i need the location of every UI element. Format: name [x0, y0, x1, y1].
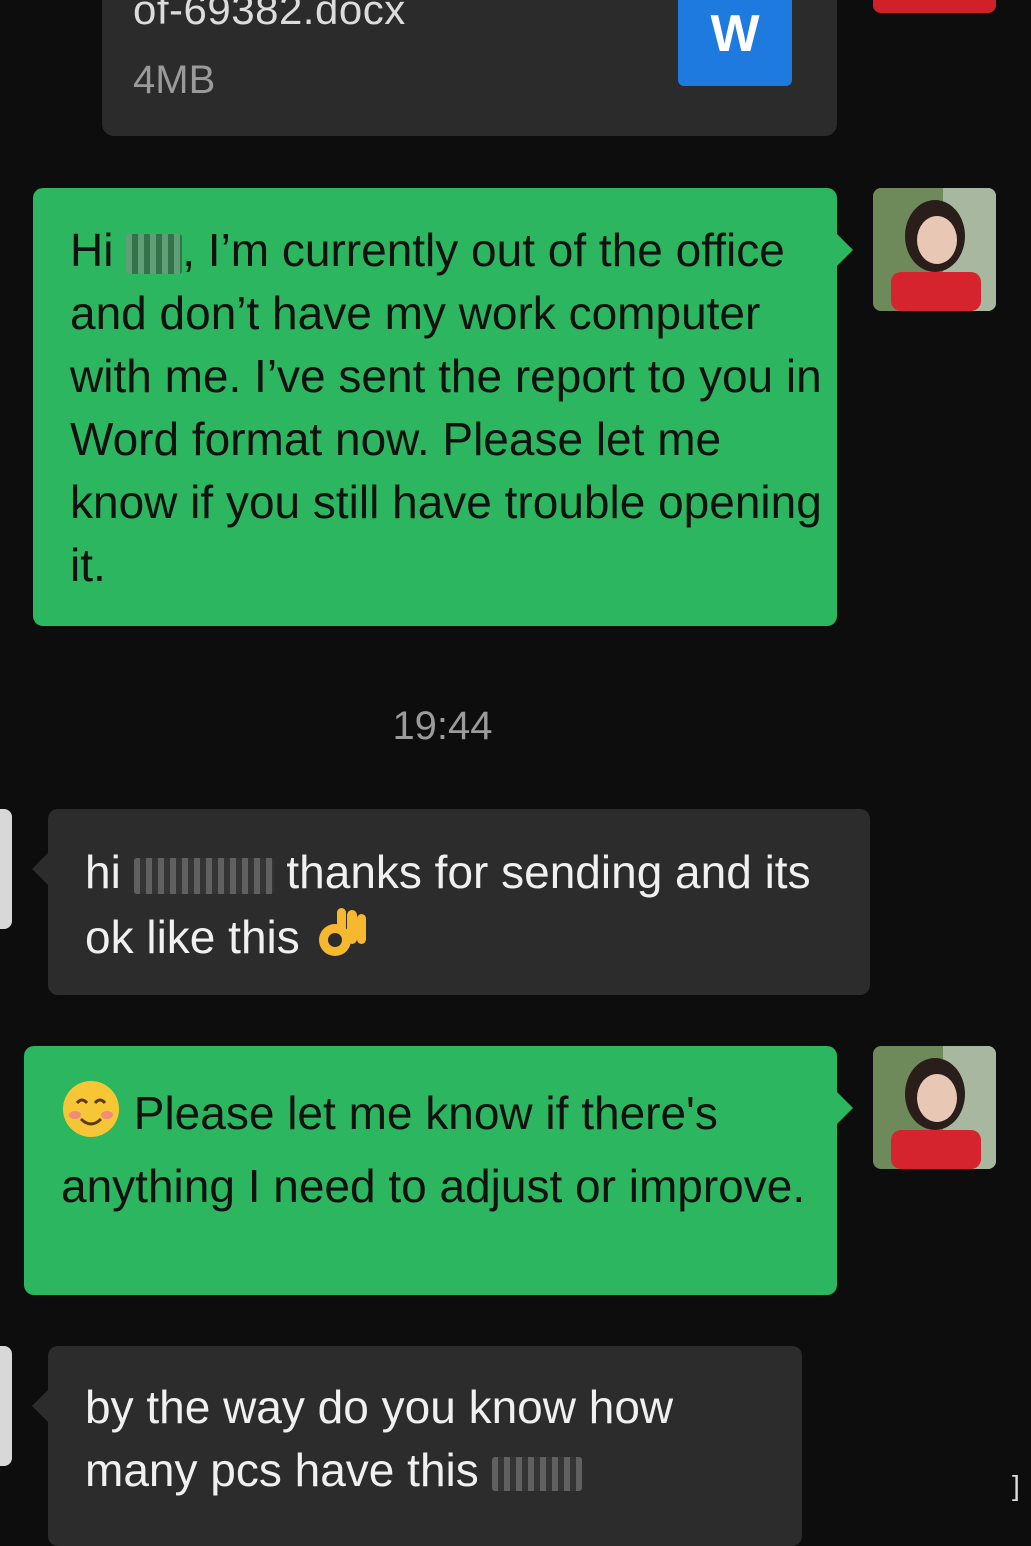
ok-hand-emoji [313, 904, 373, 978]
edge-glyph: ] [1012, 1470, 1020, 1501]
message-text: hi thanks for sending and its ok like th… [85, 841, 855, 978]
message-text: Hi , I’m currently out of the office and… [70, 219, 830, 597]
message-text: by the way do you know how many pcs have… [85, 1376, 785, 1502]
message-text-part: Please let me know if there's anything I… [61, 1087, 806, 1212]
incoming-message-bubble[interactable]: by the way do you know how many pcs have… [32, 1346, 802, 1546]
outgoing-message-bubble[interactable]: Please let me know if there's anything I… [24, 1046, 853, 1295]
smiling-face-emoji [61, 1079, 121, 1155]
avatar-photo [873, 188, 996, 311]
sender-avatar[interactable] [873, 188, 996, 311]
contact-avatar[interactable] [0, 809, 12, 929]
redacted-text [491, 1456, 582, 1491]
sender-avatar[interactable] [873, 0, 996, 13]
word-file-icon: W [678, 0, 792, 86]
incoming-message-bubble[interactable]: hi thanks for sending and its ok like th… [32, 809, 870, 995]
word-icon-letter: W [710, 5, 760, 63]
sender-avatar[interactable] [873, 1046, 996, 1169]
outgoing-message-bubble[interactable]: Hi , I’m currently out of the office and… [33, 188, 853, 626]
bubble-tail [837, 234, 853, 266]
bubble-tail [32, 853, 48, 885]
message-text-part: hi [85, 846, 134, 898]
message-text-part: , I’m currently out of the office and do… [70, 224, 822, 591]
timestamp: 19:44 [392, 704, 493, 748]
bubble-tail [837, 1092, 853, 1124]
avatar-photo [873, 1046, 996, 1169]
message-text-part: Hi [70, 224, 127, 276]
redacted-name [126, 233, 183, 274]
message-text: Please let me know if there's anything I… [61, 1079, 821, 1218]
file-name: of-69382.docx [133, 0, 406, 33]
contact-avatar[interactable] [0, 1346, 12, 1466]
message-text-part: by the way do you know how many pcs have… [85, 1381, 674, 1496]
bubble-tail [32, 1390, 48, 1422]
file-size: 4MB [133, 58, 216, 102]
redacted-name [133, 857, 274, 894]
avatar-photo [873, 0, 996, 13]
